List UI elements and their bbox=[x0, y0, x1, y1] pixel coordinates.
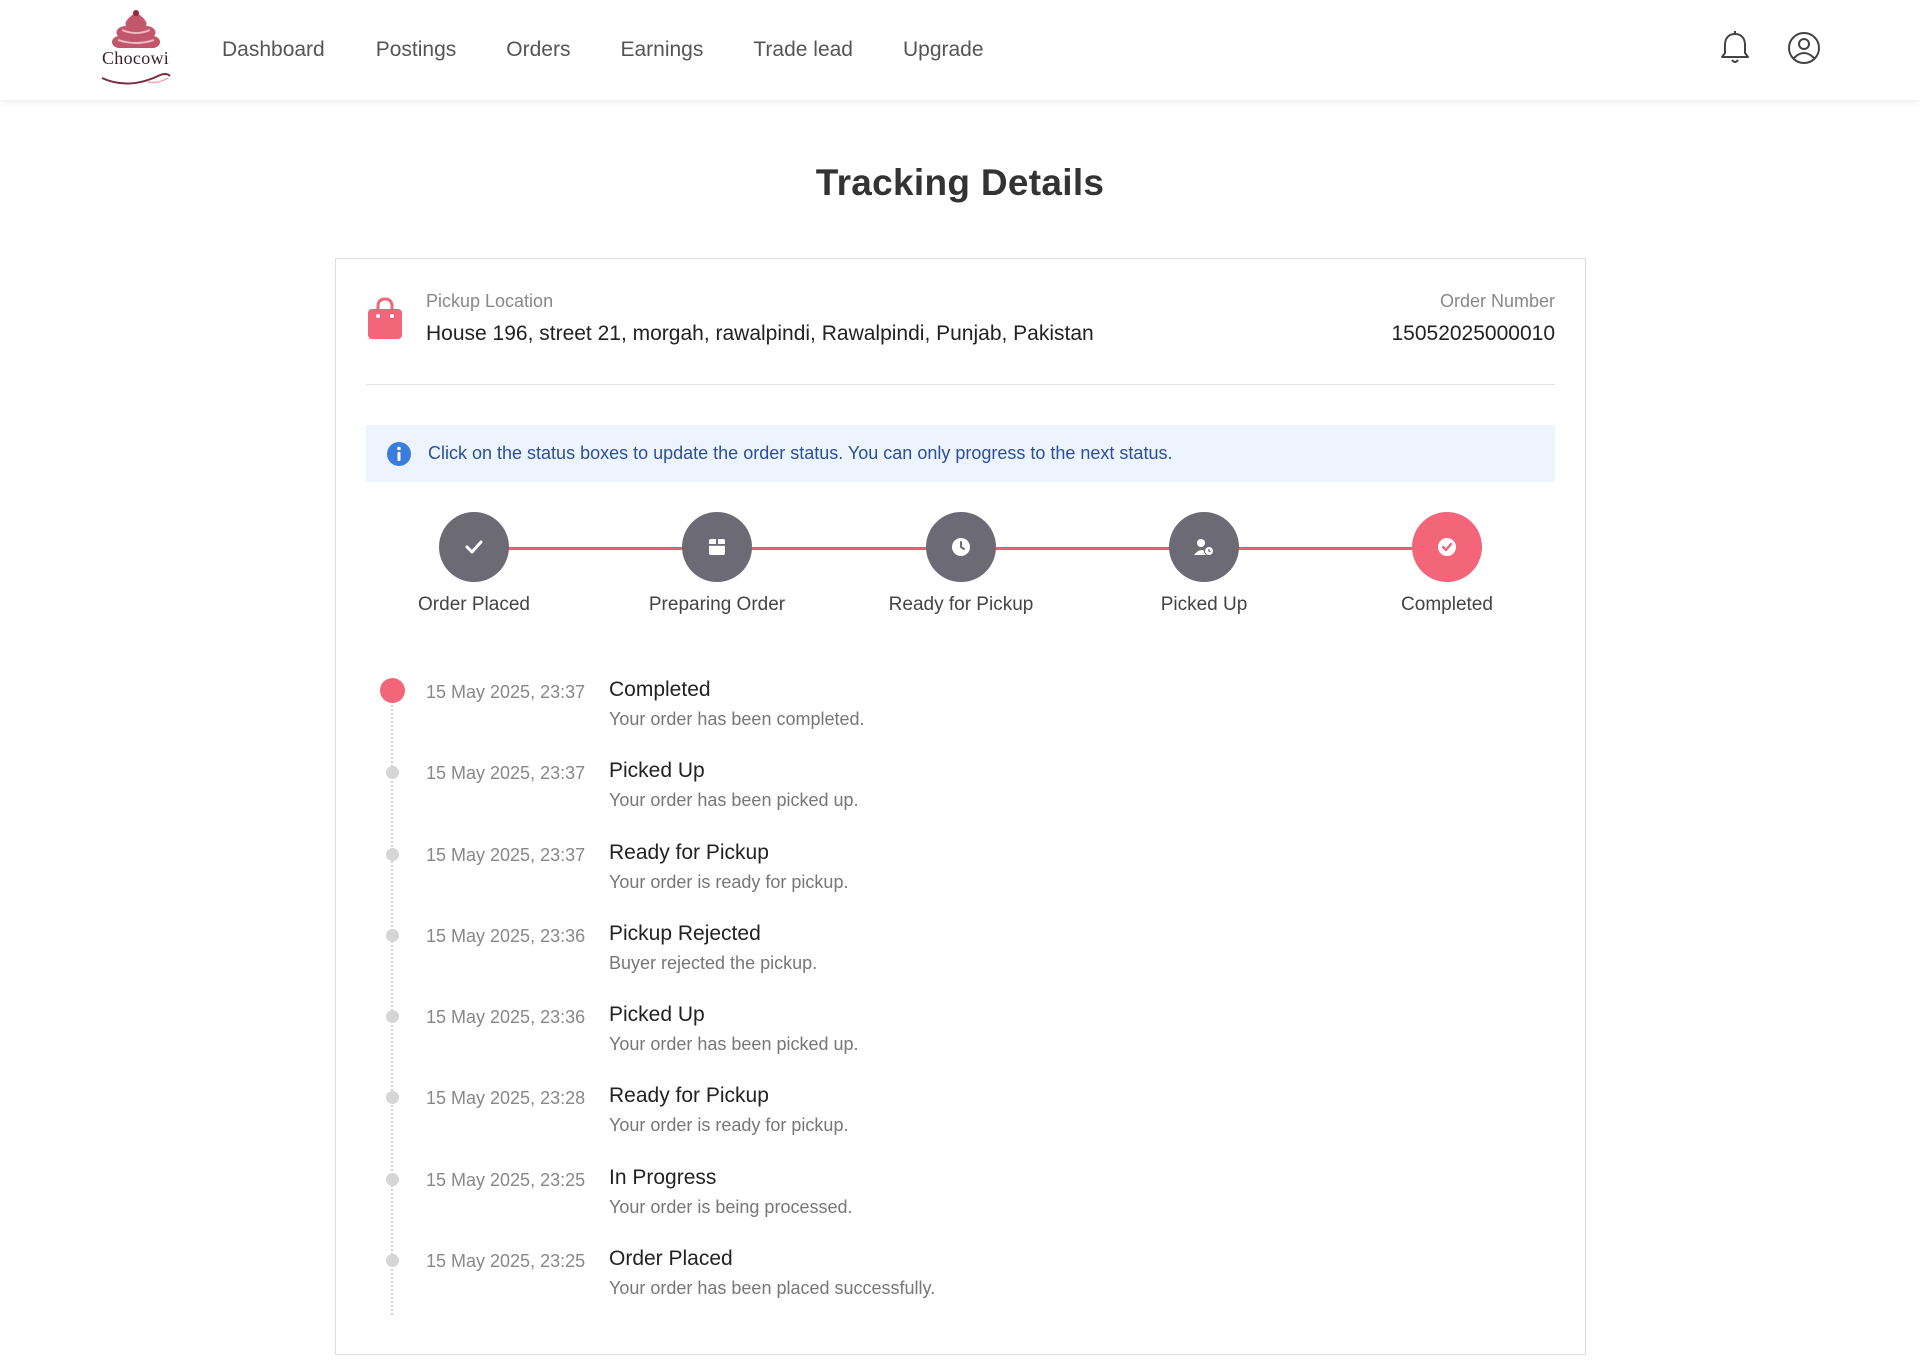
timeline-dot bbox=[380, 678, 405, 703]
info-icon bbox=[387, 441, 411, 466]
timeline-desc: Buyer rejected the pickup. bbox=[609, 953, 818, 973]
info-text: Click on the status boxes to update the … bbox=[428, 443, 1173, 463]
timeline-item: 15 May 2025, 23:25 In Progress Your orde… bbox=[336, 1157, 1587, 1227]
check-icon bbox=[465, 540, 483, 554]
timeline-item: 15 May 2025, 23:36 Picked Up Your order … bbox=[336, 994, 1587, 1064]
step-preparing-order[interactable]: Preparing Order bbox=[617, 512, 817, 616]
timeline-item: 15 May 2025, 23:25 Order Placed Your ord… bbox=[336, 1238, 1587, 1308]
timeline-date: 15 May 2025, 23:25 bbox=[426, 1170, 586, 1190]
bell-icon[interactable] bbox=[1715, 28, 1755, 68]
pickup-location-label: Pickup Location bbox=[426, 291, 554, 311]
timeline-dot bbox=[386, 1254, 399, 1267]
timeline-desc: Your order has been picked up. bbox=[609, 790, 859, 810]
timeline-desc: Your order is being processed. bbox=[609, 1197, 853, 1217]
box-icon bbox=[709, 539, 725, 555]
timeline-desc: Your order has been placed successfully. bbox=[609, 1278, 936, 1298]
user-circle-icon[interactable] bbox=[1784, 28, 1824, 68]
timeline-dot bbox=[386, 1091, 399, 1104]
timeline-item: 15 May 2025, 23:28 Ready for Pickup Your… bbox=[336, 1075, 1587, 1145]
timeline-title: Ready for Pickup bbox=[609, 1084, 769, 1107]
nav-earnings[interactable]: Earnings bbox=[620, 38, 703, 62]
main-nav: Dashboard Postings Orders Earnings Trade… bbox=[222, 0, 1034, 100]
timeline-desc: Your order is ready for pickup. bbox=[609, 1115, 849, 1135]
step-ready-for-pickup[interactable]: Ready for Pickup bbox=[861, 512, 1061, 616]
nav-postings[interactable]: Postings bbox=[376, 38, 457, 62]
timeline-desc: Your order has been picked up. bbox=[609, 1034, 859, 1054]
timeline-title: Order Placed bbox=[609, 1247, 733, 1270]
step-label: Preparing Order bbox=[648, 594, 786, 615]
status-stepper: Order Placed Preparing Order Ready for P… bbox=[336, 512, 1587, 622]
timeline-item: 15 May 2025, 23:37 Completed Your order … bbox=[336, 669, 1587, 739]
timeline-date: 15 May 2025, 23:36 bbox=[426, 926, 586, 946]
step-order-placed[interactable]: Order Placed bbox=[374, 512, 574, 616]
timeline-dot bbox=[386, 1173, 399, 1186]
user-clock-icon bbox=[1194, 539, 1214, 556]
logo-swoosh-icon bbox=[101, 73, 171, 85]
timeline-date: 15 May 2025, 23:28 bbox=[426, 1088, 586, 1108]
top-navbar: Chocowi Dashboard Postings Orders Earnin… bbox=[0, 0, 1920, 100]
order-number: 15052025000010 bbox=[1391, 322, 1555, 345]
logo-text: Chocowi bbox=[102, 48, 170, 68]
step-completed[interactable]: Completed bbox=[1347, 512, 1547, 616]
clock-icon bbox=[952, 538, 970, 556]
shopping-bag-icon bbox=[367, 296, 403, 340]
step-circle bbox=[1412, 512, 1482, 582]
timeline-title: Picked Up bbox=[609, 1003, 705, 1026]
nav-trade-lead[interactable]: Trade lead bbox=[753, 38, 853, 62]
step-label: Ready for Pickup bbox=[888, 594, 1034, 615]
step-label: Order Placed bbox=[418, 594, 530, 615]
timeline-desc: Your order has been completed. bbox=[609, 709, 865, 729]
tracking-card: Pickup Location House 196, street 21, mo… bbox=[335, 258, 1586, 1355]
timeline-title: Ready for Pickup bbox=[609, 841, 769, 864]
nav-dashboard[interactable]: Dashboard bbox=[222, 38, 325, 62]
step-circle bbox=[682, 512, 752, 582]
step-label: Picked Up bbox=[1160, 594, 1248, 615]
timeline-title: In Progress bbox=[609, 1166, 717, 1189]
timeline-date: 15 May 2025, 23:37 bbox=[426, 682, 586, 702]
timeline-title: Completed bbox=[609, 678, 711, 701]
timeline-date: 15 May 2025, 23:36 bbox=[426, 1007, 586, 1027]
timeline-desc: Your order is ready for pickup. bbox=[609, 872, 849, 892]
step-circle bbox=[439, 512, 509, 582]
check-circle-icon bbox=[1438, 538, 1456, 556]
timeline-item: 15 May 2025, 23:37 Picked Up Your order … bbox=[336, 750, 1587, 820]
timeline-dot bbox=[386, 1010, 399, 1023]
timeline-title: Pickup Rejected bbox=[609, 922, 761, 945]
nav-orders[interactable]: Orders bbox=[506, 38, 570, 62]
order-number-label: Order Number bbox=[1439, 291, 1555, 311]
timeline-item: 15 May 2025, 23:36 Pickup Rejected Buyer… bbox=[336, 913, 1587, 983]
timeline-date: 15 May 2025, 23:37 bbox=[426, 845, 586, 865]
timeline-date: 15 May 2025, 23:25 bbox=[426, 1251, 586, 1271]
info-banner: Click on the status boxes to update the … bbox=[366, 425, 1555, 482]
step-circle bbox=[1169, 512, 1239, 582]
timeline-title: Picked Up bbox=[609, 759, 705, 782]
step-circle bbox=[926, 512, 996, 582]
step-picked-up[interactable]: Picked Up bbox=[1104, 512, 1304, 616]
timeline-dot bbox=[386, 766, 399, 779]
page-title: Tracking Details bbox=[815, 162, 1105, 203]
divider bbox=[366, 384, 1555, 385]
chocowi-logo[interactable]: Chocowi bbox=[98, 8, 174, 88]
timeline-date: 15 May 2025, 23:37 bbox=[426, 763, 586, 783]
timeline-dot bbox=[386, 929, 399, 942]
timeline-item: 15 May 2025, 23:37 Ready for Pickup Your… bbox=[336, 832, 1587, 902]
timeline-dot bbox=[386, 848, 399, 861]
step-label: Completed bbox=[1401, 594, 1493, 615]
nav-upgrade[interactable]: Upgrade bbox=[903, 38, 984, 62]
pickup-address: House 196, street 21, morgah, rawalpindi… bbox=[426, 322, 1094, 345]
